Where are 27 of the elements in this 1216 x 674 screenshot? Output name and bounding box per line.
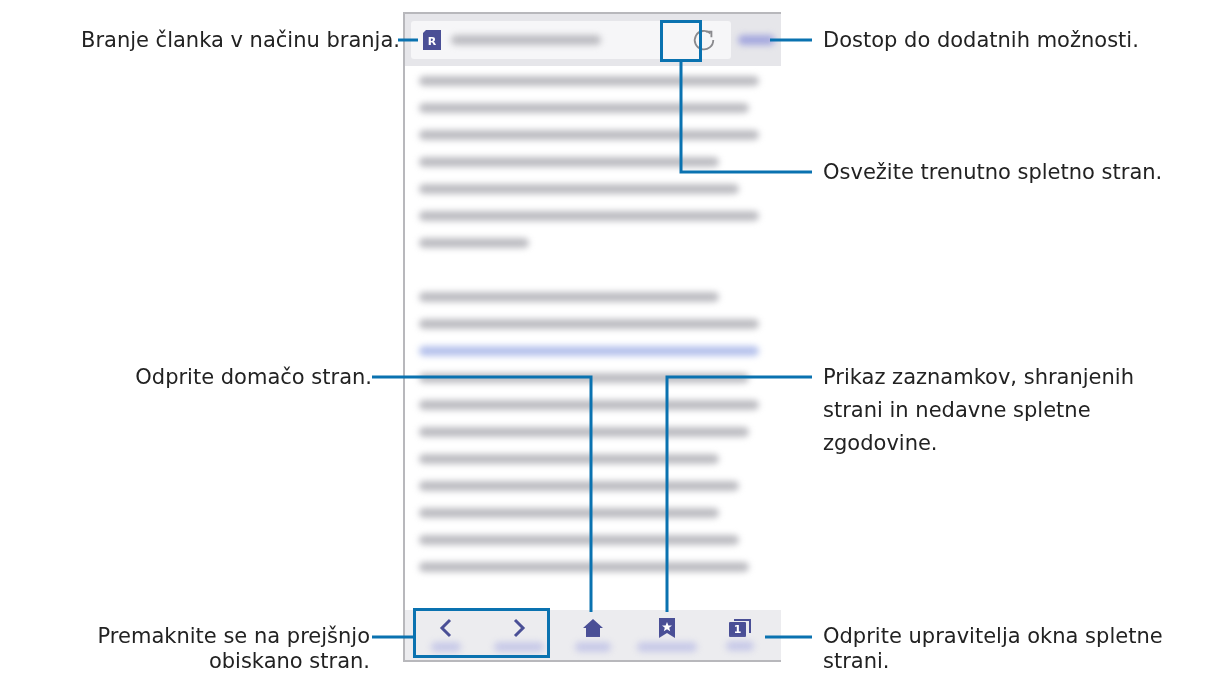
blurred-more-button-drawing[interactable] [738,35,775,45]
tab-count: 1 [729,622,747,637]
home-icon[interactable] [582,618,604,638]
leader-line [372,635,413,639]
callout-text: Premaknite se na prejšnjo obiskano stran. [96,624,370,674]
refresh-icon[interactable] [692,27,717,53]
highlight-frame [660,20,702,62]
forward-icon[interactable] [512,618,527,638]
callout-text: Dostop do dodatnih možnosti. [823,27,1140,54]
callout-text: Odprite domačo stran. [134,364,372,391]
callout-text: Prikaz zaznamkov, shranjenih strani in nedavne spletne zgodovine. [823,364,1135,457]
callout-text: Odprite upravitelja okna spletne strani. [823,624,1164,674]
blurred-label-drawing [636,642,697,652]
bookmark-icon[interactable] [658,618,675,638]
reader-mode-icon[interactable]: R [423,30,441,50]
blurred-label-drawing [430,642,461,652]
reader-badge-letter: R [427,35,437,48]
blurred-label-drawing [726,641,755,651]
blurred-label-drawing [494,642,545,652]
blurred-label-drawing [575,642,611,652]
leader-line [398,38,418,42]
leader-line [765,635,812,639]
callout-text: Branje članka v načinu branja. [79,27,400,54]
callout-text: Osvežite trenutno spletno stran. [823,159,1164,186]
address-field[interactable]: R [411,21,731,59]
leader-line [770,38,812,42]
back-icon[interactable] [438,618,453,638]
